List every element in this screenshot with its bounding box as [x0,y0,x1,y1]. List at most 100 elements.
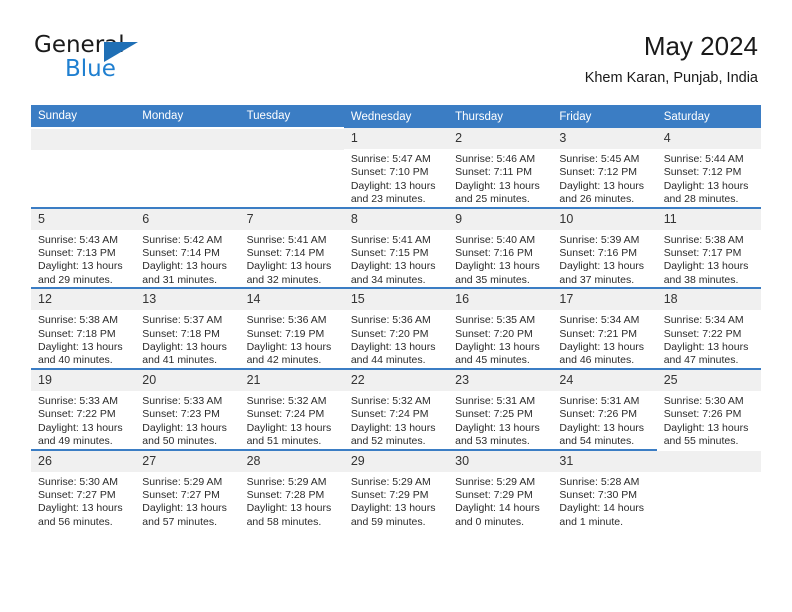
daylight-text-line2: and 31 minutes. [142,273,217,286]
sunset-text: Sunset: 7:18 PM [142,327,220,340]
day-details: Sunrise: 5:39 AM Sunset: 7:16 PM Daylight:… [552,230,656,288]
day-number: 14 [239,289,344,311]
day-number: 30 [448,450,553,472]
sunset-text: Sunset: 7:21 PM [559,327,638,340]
calendar-day-cell[interactable]: 23 Sunrise: 5:31 AM Sunset: 7:25 PM Dayligh… [448,367,553,450]
title-block: May 2024 Khem Karan, Punjab, India [585,30,758,88]
calendar-day-cell[interactable]: 16 Sunrise: 5:35 AM Sunset: 7:20 PM Dayligh… [448,287,553,369]
calendar-day-cell[interactable]: 22 Sunrise: 5:32 AM Sunset: 7:24 PM Dayligh… [343,367,449,450]
daylight-text-line1: Daylight: 13 hours [455,260,540,273]
calendar-day-cell[interactable]: 15 Sunrise: 5:36 AM Sunset: 7:20 PM Dayligh… [343,287,449,369]
weekday-header-sunday: Sunday [31,105,136,128]
daylight-text-line1: Daylight: 13 hours [142,260,227,273]
daylight-text-line1: Daylight: 13 hours [38,502,123,515]
sunrise-text: Sunrise: 5:43 AM [38,233,118,246]
calendar-day-cell[interactable]: 11 Sunrise: 5:38 AM Sunset: 7:17 PM Dayligh… [656,206,761,289]
day-number: 19 [31,369,136,391]
calendar-day-cell[interactable]: 1 Sunrise: 5:47 AM Sunset: 7:10 PM Daylight… [343,128,449,208]
calendar-day-cell[interactable]: 2 Sunrise: 5:46 AM Sunset: 7:11 PM Daylight… [448,128,553,208]
calendar-day-cell[interactable]: 28 Sunrise: 5:29 AM Sunset: 7:28 PM Dayligh… [239,448,344,530]
sunrise-text: Sunrise: 5:31 AM [455,394,536,407]
daylight-text-line2: and 46 minutes. [559,354,635,367]
calendar-body: 1 Sunrise: 5:47 AM Sunset: 7:10 PM Daylight… [31,127,761,530]
sunset-text: Sunset: 7:12 PM [559,166,638,179]
calendar-day-cell[interactable]: 4 Sunrise: 5:44 AM Sunset: 7:12 PM Daylight… [656,128,761,208]
day-details [135,150,239,154]
day-details: Sunrise: 5:36 AM Sunset: 7:19 PM Daylight:… [240,310,344,368]
general-blue-logo[interactable]: General Blue [34,30,244,88]
sunset-text: Sunset: 7:20 PM [455,327,533,340]
daylight-text-line1: Daylight: 13 hours [663,179,749,192]
daylight-text-line1: Daylight: 13 hours [663,421,749,434]
sunset-text: Sunset: 7:29 PM [350,488,429,501]
calendar-day-cell[interactable]: 29 Sunrise: 5:29 AM Sunset: 7:29 PM Dayligh… [343,448,449,530]
sunset-text: Sunset: 7:14 PM [246,247,325,260]
day-details: Sunrise: 5:29 AM Sunset: 7:28 PM Daylight:… [240,472,344,530]
day-number: 20 [135,369,240,391]
calendar-week-row: 26 Sunrise: 5:30 AM Sunset: 7:27 PM Dayligh… [31,448,761,530]
calendar-day-cell[interactable]: 26 Sunrise: 5:30 AM Sunset: 7:27 PM Dayligh… [31,448,136,530]
day-number [656,450,761,472]
calendar-day-cell[interactable]: 3 Sunrise: 5:45 AM Sunset: 7:12 PM Daylight… [552,128,657,208]
daylight-text-line1: Daylight: 13 hours [142,341,227,354]
calendar-day-cell[interactable]: 25 Sunrise: 5:30 AM Sunset: 7:26 PM Dayligh… [656,367,761,450]
calendar-day-cell[interactable]: 7 Sunrise: 5:41 AM Sunset: 7:14 PM Daylight… [239,206,344,289]
day-number: 8 [343,208,449,230]
calendar-week-row: 19 Sunrise: 5:33 AM Sunset: 7:22 PM Dayligh… [31,367,761,450]
sunrise-text: Sunrise: 5:29 AM [246,475,327,488]
calendar-day-cell[interactable]: 27 Sunrise: 5:29 AM Sunset: 7:27 PM Dayligh… [135,448,240,530]
daylight-text-line1: Daylight: 13 hours [246,341,332,354]
daylight-text-line2: and 40 minutes. [38,354,113,367]
day-details: Sunrise: 5:36 AM Sunset: 7:20 PM Daylight:… [344,310,448,368]
sunrise-text: Sunrise: 5:32 AM [246,394,327,407]
calendar-day-cell[interactable]: 9 Sunrise: 5:40 AM Sunset: 7:16 PM Daylight… [448,206,553,289]
calendar-day-cell[interactable]: 31 Sunrise: 5:28 AM Sunset: 7:30 PM Dayligh… [552,448,657,530]
calendar-day-cell[interactable]: 30 Sunrise: 5:29 AM Sunset: 7:29 PM Dayligh… [448,448,553,530]
sunset-text: Sunset: 7:13 PM [38,247,116,260]
day-number: 23 [448,369,553,391]
sunset-text: Sunset: 7:24 PM [246,408,325,421]
day-number: 22 [343,369,449,391]
daylight-text-line2: and 54 minutes. [559,435,635,448]
daylight-text-line2: and 50 minutes. [142,435,217,448]
day-details: Sunrise: 5:30 AM Sunset: 7:26 PM Daylight:… [657,391,761,449]
day-details [31,150,135,154]
weekday-header-thursday: Thursday [448,105,553,128]
day-details: Sunrise: 5:38 AM Sunset: 7:18 PM Daylight:… [31,310,135,368]
calendar-day-cell[interactable]: 14 Sunrise: 5:36 AM Sunset: 7:19 PM Dayligh… [239,287,344,369]
calendar-day-cell[interactable]: 24 Sunrise: 5:31 AM Sunset: 7:26 PM Dayligh… [552,367,657,450]
calendar-day-cell[interactable]: 5 Sunrise: 5:43 AM Sunset: 7:13 PM Daylight… [31,206,136,289]
sunset-text: Sunset: 7:27 PM [142,488,220,501]
sunrise-text: Sunrise: 5:35 AM [455,314,536,327]
daylight-text-line1: Daylight: 13 hours [559,421,645,434]
calendar-day-cell-empty [656,448,761,530]
daylight-text-line2: and 0 minutes. [455,515,525,528]
day-details [240,150,344,154]
calendar-day-cell[interactable]: 8 Sunrise: 5:41 AM Sunset: 7:15 PM Daylight… [343,206,449,289]
calendar-day-cell[interactable]: 13 Sunrise: 5:37 AM Sunset: 7:18 PM Dayligh… [135,287,240,369]
calendar-day-cell[interactable]: 18 Sunrise: 5:34 AM Sunset: 7:22 PM Dayligh… [656,287,761,369]
sunset-text: Sunset: 7:10 PM [350,166,429,179]
sunrise-text: Sunrise: 5:36 AM [350,314,431,327]
day-details: Sunrise: 5:42 AM Sunset: 7:14 PM Daylight:… [135,230,239,288]
calendar-day-cell[interactable]: 20 Sunrise: 5:33 AM Sunset: 7:23 PM Dayligh… [135,367,240,450]
sunrise-text: Sunrise: 5:39 AM [559,233,640,246]
daylight-text-line1: Daylight: 13 hours [246,260,332,273]
calendar-day-cell[interactable]: 6 Sunrise: 5:42 AM Sunset: 7:14 PM Daylight… [135,206,240,289]
day-number: 28 [239,450,344,472]
calendar-week-row: 5 Sunrise: 5:43 AM Sunset: 7:13 PM Daylight… [31,206,761,289]
calendar-day-cell[interactable]: 12 Sunrise: 5:38 AM Sunset: 7:18 PM Dayligh… [31,287,136,369]
calendar-day-cell[interactable]: 21 Sunrise: 5:32 AM Sunset: 7:24 PM Dayligh… [239,367,344,450]
day-details: Sunrise: 5:40 AM Sunset: 7:16 PM Daylight:… [448,230,552,288]
calendar-day-cell[interactable]: 17 Sunrise: 5:34 AM Sunset: 7:21 PM Dayligh… [552,287,657,369]
sunset-text: Sunset: 7:28 PM [246,488,325,501]
calendar-day-cell[interactable]: 19 Sunrise: 5:33 AM Sunset: 7:22 PM Dayligh… [31,367,136,450]
day-number: 10 [552,208,657,230]
day-details: Sunrise: 5:29 AM Sunset: 7:27 PM Daylight:… [135,472,239,530]
sunset-text: Sunset: 7:27 PM [38,488,116,501]
daylight-text-line1: Daylight: 13 hours [350,421,436,434]
daylight-text-line1: Daylight: 13 hours [38,260,123,273]
day-details: Sunrise: 5:44 AM Sunset: 7:12 PM Daylight:… [657,149,761,207]
calendar-day-cell[interactable]: 10 Sunrise: 5:39 AM Sunset: 7:16 PM Dayligh… [552,206,657,289]
day-number: 3 [552,128,657,149]
